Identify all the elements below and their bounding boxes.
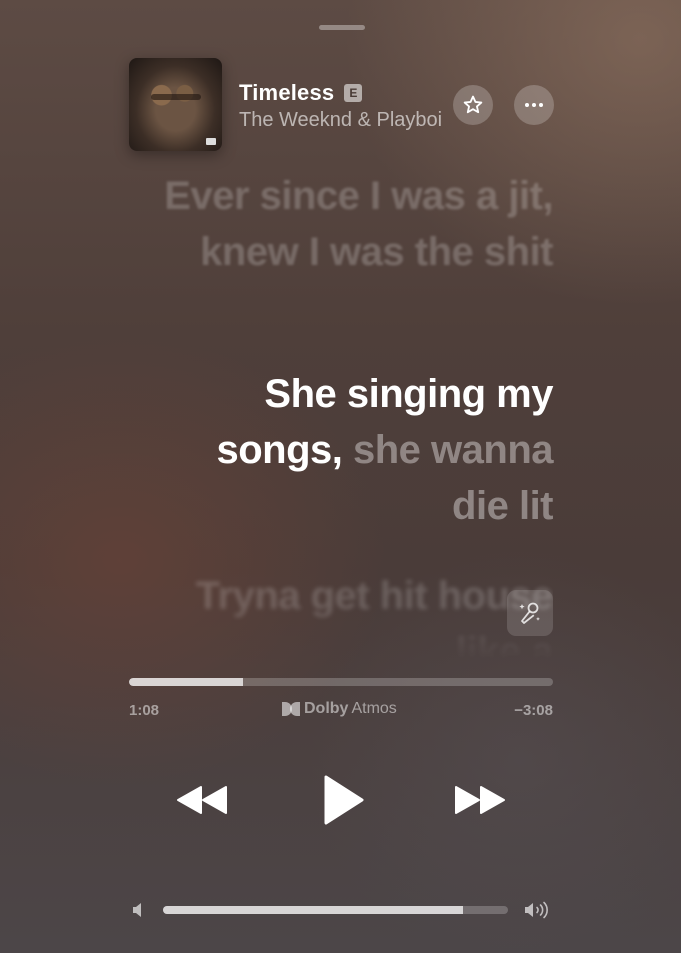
track-artist[interactable]: The Weeknd & Playboi Carti [239, 109, 444, 132]
ellipsis-icon [525, 103, 543, 107]
speaker-high-icon[interactable] [524, 900, 552, 920]
lyric-line-next[interactable]: Tryna get hit house like a [150, 568, 553, 660]
speaker-low-icon[interactable] [132, 902, 146, 918]
dolby-atmos-label: Dolby Atmos [282, 700, 397, 718]
remaining-time: −3:08 [514, 702, 553, 719]
lyric-line-current[interactable]: She singing my songs, she wanna die lit [150, 366, 553, 534]
microphone-sparkle-icon [519, 602, 540, 624]
favorite-button[interactable] [453, 85, 493, 125]
sheet-grabber[interactable] [319, 25, 365, 30]
playback-progress-fill [129, 678, 244, 686]
lyric-current-upcoming: she wanna die lit [342, 428, 554, 528]
album-artwork[interactable] [129, 58, 222, 151]
play-icon [324, 775, 364, 825]
play-button[interactable] [316, 772, 370, 828]
forward-button[interactable] [450, 780, 510, 820]
parental-advisory-badge [206, 138, 216, 145]
forward-icon [455, 786, 505, 814]
more-button[interactable] [514, 85, 554, 125]
artwork-detail [151, 94, 201, 100]
playback-scrubber[interactable] [129, 678, 553, 686]
dolby-brand: Dolby [304, 700, 349, 717]
track-title-row: Timeless E [239, 80, 363, 106]
elapsed-time: 1:08 [129, 702, 160, 719]
volume-slider[interactable] [163, 906, 508, 914]
track-title: Timeless [239, 80, 335, 105]
lyric-line-previous[interactable]: Ever since I was a jit, knew I was the s… [150, 168, 553, 280]
volume-fill [163, 906, 464, 914]
dolby-logo-icon [282, 702, 300, 716]
sing-button[interactable] [507, 590, 553, 636]
dolby-variant: Atmos [351, 700, 397, 717]
rewind-button[interactable] [172, 780, 232, 820]
backward-icon [177, 786, 227, 814]
explicit-badge: E [344, 84, 363, 102]
star-icon [463, 95, 483, 114]
